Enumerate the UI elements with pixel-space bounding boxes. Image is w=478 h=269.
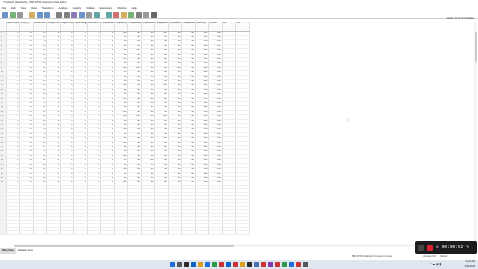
column-header[interactable]: Pengalaman PENG3 xyxy=(127,22,142,32)
data-cell[interactable] xyxy=(6,230,20,235)
column-header[interactable]: var xyxy=(235,22,250,32)
clock-date: 6/23/2024 xyxy=(464,265,475,268)
onenote-icon[interactable] xyxy=(268,262,273,267)
data-cell[interactable] xyxy=(73,230,88,235)
recorder-close-icon[interactable]: ✕ xyxy=(436,245,439,250)
view-tabs: Data View Variable View xyxy=(0,248,35,254)
open-icon[interactable] xyxy=(2,11,8,18)
column-header[interactable]: Jenis Kelamin xyxy=(6,22,20,32)
table-row xyxy=(0,230,250,235)
select-cases-icon[interactable] xyxy=(128,11,134,18)
column-header[interactable]: TotalPeng xyxy=(195,22,209,32)
column-header[interactable]: Frekuensi Login xyxy=(87,22,101,32)
data-cell[interactable] xyxy=(33,230,47,235)
column-header[interactable]: Rerata Jam xyxy=(33,22,47,32)
spss-data-editor: *Untitled1 [DataSet1] - IBM SPSS Statist… xyxy=(0,0,478,269)
data-cell[interactable] xyxy=(100,230,115,235)
data-cell[interactable] xyxy=(19,230,34,235)
pdf-icon[interactable] xyxy=(219,262,224,267)
column-header[interactable]: Usia(Q1) xyxy=(19,22,34,32)
value-labels-icon[interactable] xyxy=(135,11,142,18)
goto-variable-icon[interactable] xyxy=(63,11,70,18)
recorder-pause-icon[interactable] xyxy=(418,244,424,251)
folder-icon[interactable] xyxy=(240,262,245,267)
screen-recorder-widget: ✕ 00:00:52 ✎ xyxy=(415,241,477,254)
column-header[interactable]: Pengalaman PENG1 xyxy=(100,22,115,32)
use-sets-icon[interactable] xyxy=(143,11,149,18)
column-header[interactable]: Kategori Kendala xyxy=(46,22,61,32)
chrome-icon[interactable] xyxy=(261,262,266,267)
recorder-stop-icon[interactable] xyxy=(427,244,433,251)
column-header[interactable]: var xyxy=(222,22,236,32)
save-icon[interactable] xyxy=(9,11,16,18)
dialog-recall-icon[interactable] xyxy=(29,11,35,18)
text-cursor-icon: I xyxy=(347,118,348,122)
recorder-pen-icon[interactable]: ✎ xyxy=(466,245,469,250)
data-cell[interactable] xyxy=(114,230,128,235)
data-cell[interactable] xyxy=(168,230,182,235)
data-cell[interactable] xyxy=(222,230,236,235)
column-header[interactable]: Kondisi xyxy=(208,22,223,32)
zoom-icon[interactable] xyxy=(289,262,294,267)
search-icon[interactable] xyxy=(150,11,157,18)
redo-icon[interactable] xyxy=(44,11,50,18)
excel-icon[interactable] xyxy=(282,262,287,267)
column-header[interactable]: Lama Menggunakan xyxy=(73,22,88,32)
store-icon[interactable] xyxy=(205,262,210,267)
word-icon[interactable] xyxy=(226,262,231,267)
data-grid[interactable]: Jenis Kelamin Usia(Q1) Rerata Jam Kategori … xyxy=(0,22,250,235)
variables-icon[interactable] xyxy=(71,11,77,18)
data-cell[interactable] xyxy=(235,230,250,235)
undo-icon[interactable] xyxy=(36,11,43,18)
split-file-icon[interactable] xyxy=(113,11,119,18)
horizontal-scrollbar[interactable] xyxy=(14,244,474,247)
recorder-timer: 00:00:52 xyxy=(441,245,464,250)
data-cell[interactable] xyxy=(127,230,142,235)
column-header[interactable]: Pengalaman PENG4 xyxy=(141,22,155,32)
task-view-icon[interactable] xyxy=(184,262,189,267)
column-header[interactable]: Pengalaman PENG6 xyxy=(168,22,182,32)
column-header[interactable]: Pengalaman PENG5 xyxy=(154,22,169,32)
youtube-icon[interactable] xyxy=(275,262,280,267)
find-icon[interactable] xyxy=(86,11,92,18)
vertical-scroll-thumb[interactable] xyxy=(474,32,477,62)
data-cell[interactable] xyxy=(195,230,209,235)
weight-cases-icon[interactable] xyxy=(120,11,127,18)
file-explorer-icon[interactable] xyxy=(198,262,203,267)
whatsapp-icon[interactable] xyxy=(212,262,217,267)
data-cell[interactable] xyxy=(46,230,61,235)
system-tray-icons[interactable]: ^ ☁ ◉ ▮ xyxy=(430,262,441,266)
powerpoint-icon[interactable] xyxy=(233,262,238,267)
data-cell[interactable] xyxy=(60,230,74,235)
tab-variable-view[interactable]: Variable View xyxy=(16,248,35,254)
recorder-icon[interactable] xyxy=(296,262,301,267)
start-icon[interactable] xyxy=(170,262,175,267)
tab-data-view[interactable]: Data View xyxy=(0,248,16,254)
horizontal-scroll-thumb[interactable] xyxy=(14,244,234,247)
data-cell[interactable] xyxy=(208,230,223,235)
system-clock[interactable]: 11:21 AM 6/23/2024 xyxy=(465,260,475,269)
clock-time: 11:21 AM xyxy=(465,261,475,263)
column-header[interactable]: Pengalaman PENG2 xyxy=(114,22,128,32)
terminal-icon[interactable] xyxy=(247,262,252,267)
goto-case-icon[interactable] xyxy=(56,11,62,18)
data-cell[interactable] xyxy=(141,230,155,235)
toolbar xyxy=(0,11,478,19)
data-cell[interactable] xyxy=(181,230,196,235)
data-cell[interactable] xyxy=(87,230,101,235)
insert-variable-icon[interactable] xyxy=(105,11,112,18)
search-icon[interactable] xyxy=(177,262,182,267)
visible-variables-info: Visible: 16 of 16 Variables xyxy=(446,17,474,20)
taskbar xyxy=(0,260,478,269)
spss-icon[interactable] xyxy=(254,262,259,267)
data-cell[interactable] xyxy=(154,230,169,235)
run-descriptives-icon[interactable] xyxy=(78,11,85,18)
settings-icon[interactable] xyxy=(303,262,308,267)
insert-cases-icon[interactable] xyxy=(93,11,100,18)
column-header[interactable]: Pengalaman PENG7 xyxy=(181,22,196,32)
edge-icon[interactable] xyxy=(191,262,196,267)
vertical-scrollbar[interactable] xyxy=(474,22,477,244)
column-header[interactable]: Tingkat Penggunaan xyxy=(60,22,74,32)
print-icon[interactable] xyxy=(17,11,23,18)
